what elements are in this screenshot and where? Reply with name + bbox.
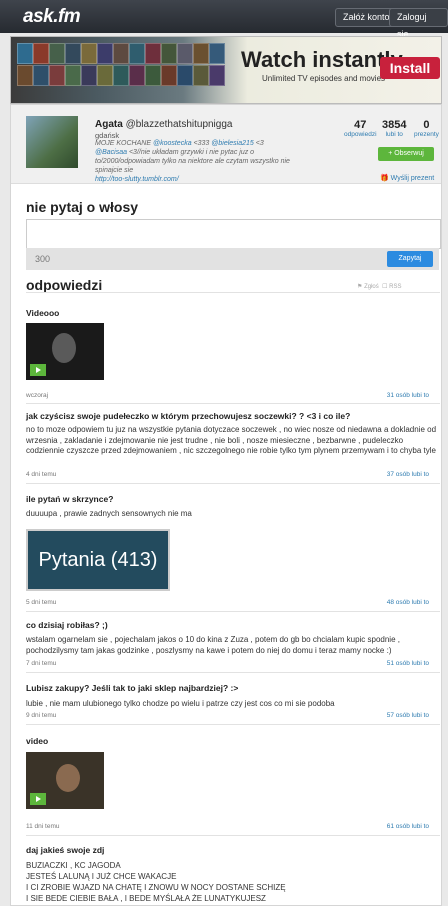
- bio-text: <3: [255, 140, 264, 147]
- bio-text: MOJE KOCHANE: [95, 140, 152, 147]
- answer-likes[interactable]: 31 osób lubi to: [387, 392, 429, 399]
- bio-mention-link[interactable]: @koostecka: [153, 140, 192, 147]
- answer-question: ile pytań w skrzynce?: [26, 494, 114, 504]
- divider: [26, 403, 440, 404]
- stat-value: 47: [354, 119, 367, 131]
- answer-time: 7 dni temu: [26, 660, 57, 667]
- bio-text: <333: [193, 140, 210, 147]
- video-thumbnail[interactable]: [26, 752, 104, 809]
- login-button[interactable]: Zaloguj się: [389, 8, 448, 39]
- stat-gifts[interactable]: 0 prezenty: [414, 119, 439, 138]
- ask-button[interactable]: Zapytaj: [387, 251, 433, 267]
- answer-time: 5 dni temu: [26, 599, 57, 606]
- stat-likes[interactable]: 3854 lubi to: [382, 119, 406, 138]
- follow-button[interactable]: + Obserwuj: [378, 147, 434, 161]
- divider: [26, 483, 440, 484]
- divider: [26, 724, 440, 725]
- profile-username: @blazzethatshitupnigga: [125, 119, 233, 130]
- stat-label: lubi to: [385, 131, 403, 138]
- stat-value: 3854: [382, 119, 407, 131]
- answer-question: video: [26, 736, 49, 746]
- send-gift-label: Wyślij prezent: [390, 175, 435, 182]
- divider: [26, 672, 440, 673]
- ad-banner[interactable]: Watch instantly. Unlimited TV episodes a…: [10, 36, 442, 104]
- answer-question: co dzisiaj robiłas? ;): [26, 620, 108, 630]
- profile-bio: MOJE KOCHANE @koostecka <333 @bielesia21…: [95, 139, 295, 184]
- question-form-bar: 300 Zapytaj: [26, 248, 439, 270]
- ask-fm-logo[interactable]: ask.fm: [23, 6, 81, 28]
- ad-install-button[interactable]: Install: [380, 57, 440, 79]
- main-panel: Agata @blazzethatshitupnigga gdańsk MOJE…: [10, 104, 442, 906]
- answer-time: 4 dni temu: [26, 471, 57, 478]
- top-bar: ask.fm Załóż konto Zaloguj się: [0, 0, 448, 39]
- profile-display-name: Agata: [95, 119, 123, 130]
- send-gift-link[interactable]: 🎁 Wyślij prezent: [380, 174, 434, 182]
- profile-header: Agata @blazzethatshitupnigga gdańsk MOJE…: [11, 105, 441, 184]
- answer-question: jak czyścisz swoje pudełeczko w którym p…: [26, 411, 351, 421]
- ad-subtitle: Unlimited TV episodes and movies: [262, 74, 386, 83]
- answer-time: 9 dni temu: [26, 712, 57, 719]
- char-count: 300: [35, 254, 51, 264]
- answer-body: BUZIACZKI , KC JAGODA JESTEŚ LALUNĄ I JU…: [26, 861, 286, 903]
- bio-mention-link[interactable]: @Bacisaa: [95, 149, 127, 156]
- answer-question: daj jakieś swoje zdj: [26, 845, 105, 855]
- stat-value: 0: [423, 119, 430, 131]
- answer-likes[interactable]: 37 osób lubi to: [387, 471, 429, 478]
- profile-name: Agata @blazzethatshitupnigga: [95, 119, 232, 130]
- answer-question: Lubisz zakupy? Jeśli tak to jaki sklep n…: [26, 683, 239, 693]
- divider: [26, 835, 440, 836]
- answer-body: wstalam ogarnelam sie , pojechalam jakos…: [26, 635, 400, 655]
- answer-likes[interactable]: 51 osób lubi to: [387, 660, 429, 667]
- video-thumbnail[interactable]: [26, 323, 104, 380]
- play-icon: [30, 793, 46, 805]
- question-form-title: nie pytaj o włosy: [26, 199, 139, 215]
- bio-mention-link[interactable]: @bielesia215: [211, 140, 254, 147]
- divider: [26, 292, 440, 293]
- rss-link[interactable]: RSS: [389, 284, 401, 290]
- stat-label: prezenty: [414, 131, 439, 138]
- answer-body: lubie , nie mam ulubionego tylko chodze …: [26, 699, 335, 708]
- question-input[interactable]: [26, 219, 441, 249]
- answer-likes[interactable]: 48 osób lubi to: [387, 599, 429, 606]
- rss-icon[interactable]: ☐: [382, 284, 387, 290]
- report-link[interactable]: Zgłoś: [364, 284, 379, 290]
- gift-icon: 🎁: [380, 175, 389, 182]
- play-icon: [30, 364, 46, 376]
- answer-time: 11 dni temu: [26, 823, 60, 830]
- answers-tools: ⚑ Zgłoś ☐ RSS: [357, 283, 401, 290]
- divider: [26, 611, 440, 612]
- avatar[interactable]: [26, 116, 78, 168]
- stat-answers[interactable]: 47 odpowiedzi: [344, 119, 377, 138]
- answer-likes[interactable]: 57 osób lubi to: [387, 712, 429, 719]
- answer-body: no to moze odpowiem tu juz na wszystkie …: [26, 425, 437, 455]
- answers-title: odpowiedzi: [26, 277, 103, 293]
- answer-image[interactable]: Pytania (413): [26, 529, 170, 591]
- flag-icon[interactable]: ⚑: [357, 284, 362, 290]
- answer-body: duuuupa , prawie zadnych sensownych nie …: [26, 509, 192, 518]
- stat-label: odpowiedzi: [344, 131, 377, 138]
- answer-question: Videooo: [26, 308, 60, 318]
- answer-likes[interactable]: 61 osób lubi to: [387, 823, 429, 830]
- bio-url-link[interactable]: http://too-slutty.tumblr.com/: [95, 176, 179, 183]
- answer-time: wczoraj: [26, 392, 49, 399]
